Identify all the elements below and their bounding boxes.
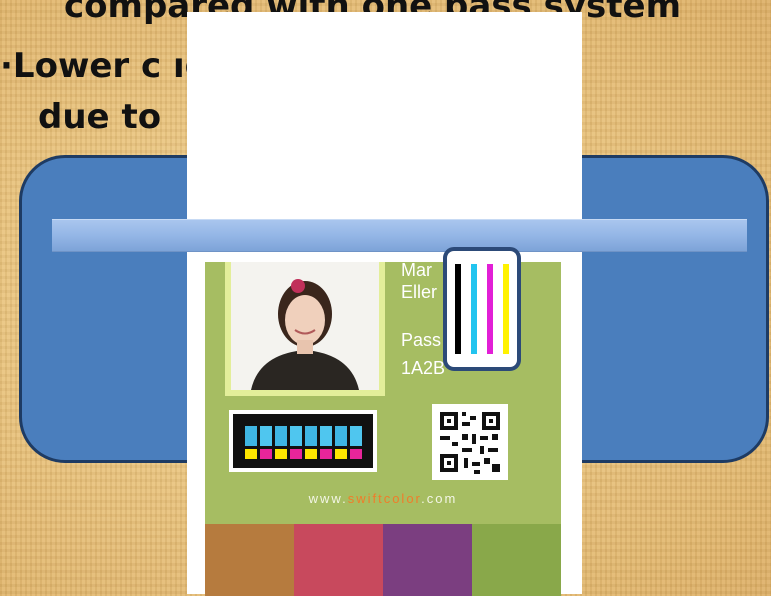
strip-purple [383,524,472,596]
card-name-line-2: Eller [401,282,438,302]
strip-brown [205,524,294,596]
card-url-prefix: www. [308,491,348,506]
bullet-line-3: due to [38,97,162,137]
card-url: www.swiftcolor.com [205,491,561,506]
card-pass-label: Pass [401,330,442,350]
strip-green [472,524,561,596]
card-url-suffix: .com [421,491,458,506]
card-url-brand: swiftcolor [347,491,422,506]
photo-frame [225,262,385,396]
print-head-rail [52,219,747,252]
portrait-photo [231,262,379,390]
strip-rose [294,524,383,596]
qr-code-icon [432,404,508,480]
card-pass-number: 1A2B [401,358,446,378]
cmyk-lines-icon [443,247,521,371]
color-swatch-bar-icon [229,410,377,472]
card-name-line-1: Mar [401,262,432,280]
